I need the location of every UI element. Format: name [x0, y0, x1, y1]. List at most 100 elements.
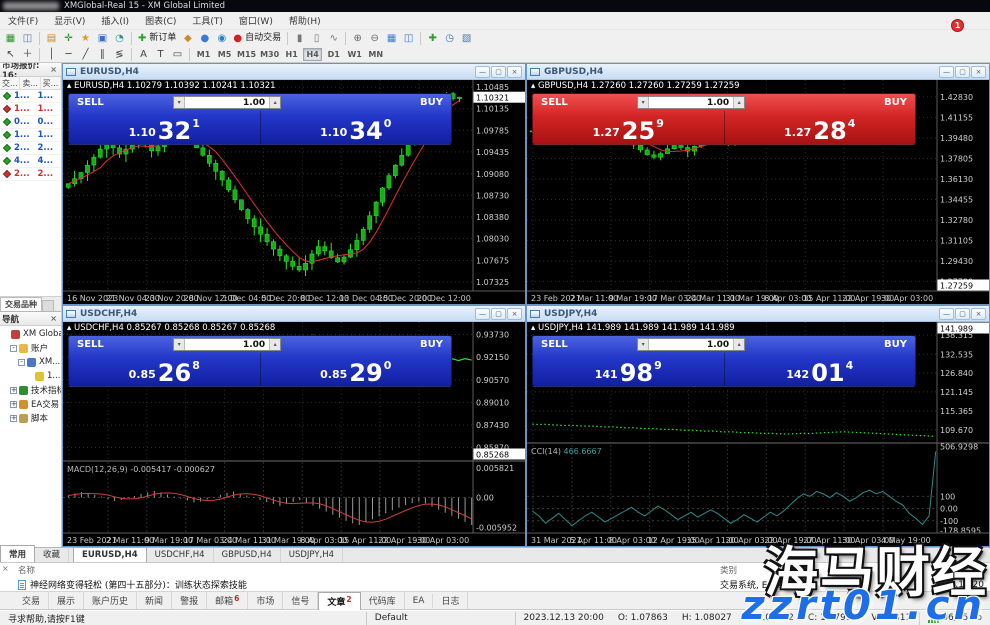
cursor-icon[interactable]: ↖	[2, 47, 19, 62]
chart-body[interactable]: 16 Nov 202321 Nov 04:0023 Nov 20:0028 No…	[63, 80, 525, 304]
buy-button[interactable]: BUY	[884, 97, 907, 108]
menu-item[interactable]: 插入(I)	[93, 12, 137, 29]
menu-item[interactable]: 工具(T)	[184, 12, 231, 29]
volume-input[interactable]: ▾1.00▴	[173, 338, 281, 351]
minimize-icon[interactable]: —	[939, 66, 954, 78]
menu-item[interactable]: 显示(V)	[46, 12, 93, 29]
profiles-icon[interactable]: ◫	[19, 31, 36, 46]
vertical-line-icon[interactable]: │	[43, 47, 60, 62]
navigator-item-server[interactable]: -XM...	[0, 355, 61, 369]
menu-item[interactable]: 窗口(W)	[231, 12, 281, 29]
article-row[interactable]: 神经网络变得轻松 (第四十五部分)：训练状态探索技能 交易系统, EA交易, 专…	[0, 577, 990, 592]
sell-price[interactable]: 1.27259	[533, 111, 725, 144]
volume-input[interactable]: ▾1.00▴	[173, 96, 281, 109]
expand-icon[interactable]: +	[10, 387, 17, 394]
market-watch-row[interactable]: 1...1...	[0, 90, 61, 103]
volume-decrement-icon[interactable]: ▾	[174, 339, 185, 350]
chart-body[interactable]: 23 Feb 20212 Mar 11:009 Mar 19:0017 Mar …	[63, 322, 525, 546]
periods-icon[interactable]: ◷	[441, 31, 458, 46]
market-watch-row[interactable]: 2...2...	[0, 142, 61, 155]
horizontal-line-icon[interactable]: ─	[60, 47, 77, 62]
navigator-item-indicators[interactable]: +技术指标	[0, 383, 61, 397]
terminal-tab-交易[interactable]: 交易	[14, 592, 49, 609]
bar-chart-icon[interactable]: ▮	[291, 31, 308, 46]
autotrading-icon[interactable]: ●自动交易	[230, 31, 284, 46]
tile-windows-icon[interactable]: ▦	[383, 31, 400, 46]
terminal-tab-邮箱[interactable]: 邮箱6	[207, 592, 248, 609]
restore-icon[interactable]: ▢	[955, 66, 970, 78]
volume-decrement-icon[interactable]: ▾	[638, 339, 649, 350]
sell-button[interactable]: SELL	[77, 339, 104, 350]
navigator-item-xm-logo[interactable]: XM Global	[0, 327, 61, 341]
volume-increment-icon[interactable]: ▴	[733, 339, 744, 350]
mql5-market-icon[interactable]: ◆	[179, 31, 196, 46]
volume-increment-icon[interactable]: ▴	[269, 97, 280, 108]
terminal-tab-日志[interactable]: 日志	[433, 592, 468, 609]
terminal-tab-市场[interactable]: 市场	[248, 592, 283, 609]
market-watch-icon[interactable]: ▤	[43, 31, 60, 46]
status-profile[interactable]: Default	[367, 612, 516, 625]
terminal-tab-展示[interactable]: 展示	[49, 592, 84, 609]
market-watch-tab[interactable]	[42, 300, 54, 311]
collapse-icon[interactable]: -	[10, 345, 17, 352]
timeframe-m15[interactable]: M15	[236, 48, 257, 61]
timeframe-mn[interactable]: MN	[366, 48, 385, 61]
market-watch-row[interactable]: 1...1...	[0, 129, 61, 142]
volume-input[interactable]: ▾1.00▴	[637, 96, 745, 109]
navigator-item-scripts[interactable]: +脚本	[0, 411, 61, 425]
terminal-col-category[interactable]: 类别	[720, 564, 990, 576]
market-watch-tab[interactable]: 交易品种	[0, 297, 42, 311]
fibonacci-icon[interactable]: ≶	[111, 47, 128, 62]
restore-icon[interactable]: ▢	[955, 308, 970, 320]
buy-price[interactable]: 1.27284	[725, 111, 916, 144]
navigator-item-experts[interactable]: +EA交易	[0, 397, 61, 411]
volume-decrement-icon[interactable]: ▾	[638, 97, 649, 108]
close-icon[interactable]: ×	[971, 308, 986, 320]
timeframe-h1[interactable]: H1	[282, 48, 301, 61]
timeframe-h4[interactable]: H4	[303, 48, 322, 61]
new-chart-icon[interactable]: ▦	[2, 31, 19, 46]
indicators-icon[interactable]: ✚	[424, 31, 441, 46]
market-watch-column[interactable]: 买...	[41, 77, 61, 89]
restore-icon[interactable]: ▢	[491, 308, 506, 320]
line-chart-icon[interactable]: ∿	[325, 31, 342, 46]
zoom-out-icon[interactable]: ⊖	[366, 31, 383, 46]
shapes-icon[interactable]: ▭	[169, 47, 186, 62]
chart-body[interactable]: 23 Feb 20212 Mar 11:009 Mar 19:0017 Mar …	[527, 80, 989, 304]
minimize-icon[interactable]: —	[939, 308, 954, 320]
chart-window-titlebar[interactable]: USDCHF,H4—▢×	[63, 306, 525, 322]
cascade-windows-icon[interactable]: ◫	[400, 31, 417, 46]
chart-tab[interactable]: EURUSD,H4	[73, 547, 147, 562]
chart-tab[interactable]: GBPUSD,H4	[214, 548, 281, 562]
market-watch-row[interactable]: 2...2...	[0, 168, 61, 181]
buy-price[interactable]: 1.10340	[261, 111, 452, 144]
close-icon[interactable]: ×	[971, 66, 986, 78]
chart-window-titlebar[interactable]: GBPUSD,H4—▢×	[527, 64, 989, 80]
buy-button[interactable]: BUY	[884, 339, 907, 350]
candlestick-chart-icon[interactable]: ▯	[308, 31, 325, 46]
navigator-item-account[interactable]: 1...	[0, 369, 61, 383]
buy-button[interactable]: BUY	[420, 339, 443, 350]
close-icon[interactable]: ×	[507, 308, 522, 320]
terminal-tab-账户历史[interactable]: 账户历史	[84, 592, 137, 609]
trendline-icon[interactable]: ╱	[77, 47, 94, 62]
buy-price[interactable]: 0.85290	[261, 353, 452, 386]
volume-increment-icon[interactable]: ▴	[269, 339, 280, 350]
close-icon[interactable]: ×	[507, 66, 522, 78]
expand-icon[interactable]: +	[10, 401, 17, 408]
market-watch-row[interactable]: 4...4...	[0, 155, 61, 168]
terminal-tab-信号[interactable]: 信号	[283, 592, 318, 609]
market-watch-column[interactable]: 交...	[0, 77, 20, 89]
sell-price[interactable]: 1.10321	[69, 111, 261, 144]
close-icon[interactable]: ×	[48, 314, 59, 323]
terminal-col-name[interactable]: 名称	[0, 564, 720, 576]
close-icon[interactable]: ×	[48, 65, 59, 74]
buy-price[interactable]: 142014	[725, 353, 916, 386]
notification-badge[interactable]: 1	[951, 19, 964, 32]
volume-input[interactable]: ▾1.00▴	[637, 338, 745, 351]
menu-item[interactable]: 图表(C)	[137, 12, 184, 29]
volume-increment-icon[interactable]: ▴	[733, 97, 744, 108]
terminal-tab-文章[interactable]: 文章2	[318, 592, 360, 610]
sell-button[interactable]: SELL	[541, 339, 568, 350]
chart-window-titlebar[interactable]: USDJPY,H4—▢×	[527, 306, 989, 322]
